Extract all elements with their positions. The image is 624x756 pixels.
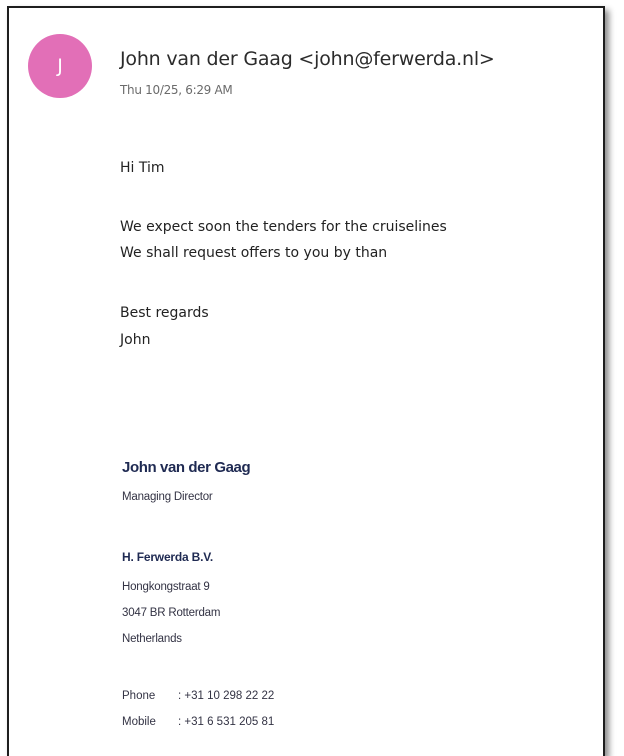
signature-country: Netherlands [122,633,182,645]
mobile-label: Mobile [122,716,156,728]
body-signoff-name: John [120,332,151,348]
body-closing: Best regards [120,305,209,321]
email-reading-pane: J John van der Gaag <john@ferwerda.nl> T… [7,6,605,756]
phone-value[interactable]: : +31 10 298 22 22 [178,690,274,702]
signature-mobile: Mobile : +31 6 531 205 81 [122,716,274,728]
signature-city: 3047 BR Rotterdam [122,607,221,619]
signature-name: John van der Gaag [122,459,251,476]
mobile-value[interactable]: : +31 6 531 205 81 [178,716,274,728]
signature-company: H. Ferwerda B.V. [122,550,214,564]
body-line-1: We expect soon the tenders for the cruis… [120,219,447,235]
signature-title: Managing Director [122,491,213,503]
email-timestamp: Thu 10/25, 6:29 AM [120,83,233,97]
signature-street: Hongkongstraat 9 [122,581,210,593]
avatar-initial: J [57,55,63,77]
body-line-2: We shall request offers to you by than [120,245,388,261]
sender-name[interactable]: John van der Gaag <john@ferwerda.nl> [120,48,495,70]
sender-avatar[interactable]: J [28,34,92,98]
body-greeting: Hi Tim [120,160,165,176]
signature-phone: Phone : +31 10 298 22 22 [122,690,274,702]
phone-label: Phone [122,690,156,702]
